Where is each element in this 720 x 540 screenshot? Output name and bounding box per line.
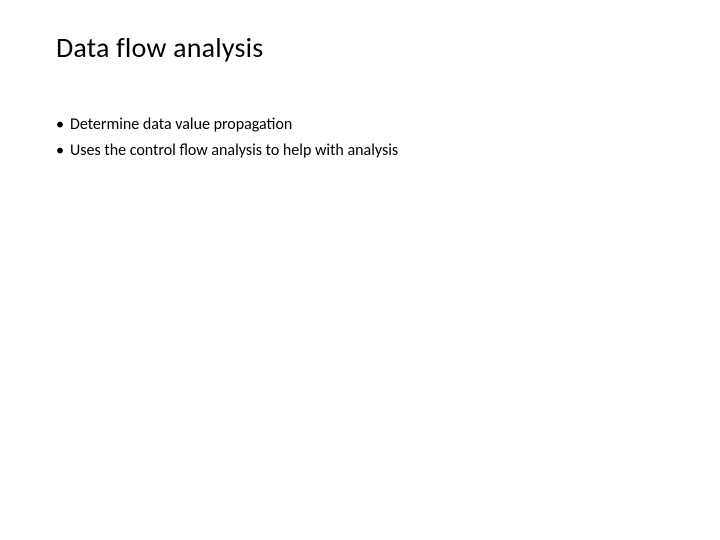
slide: Data flow analysis Determine data value … (0, 0, 720, 195)
list-item: Uses the control flow analysis to help w… (56, 139, 664, 163)
bullet-list: Determine data value propagation Uses th… (56, 113, 664, 163)
slide-title: Data flow analysis (56, 30, 664, 65)
list-item: Determine data value propagation (56, 113, 664, 137)
